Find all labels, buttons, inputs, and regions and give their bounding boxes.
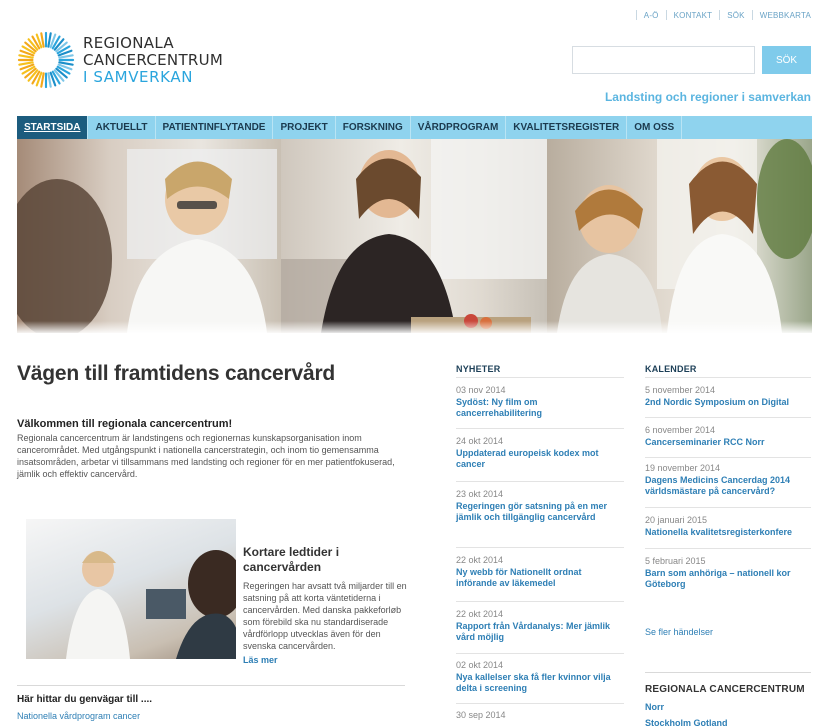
calendar-title-link[interactable]: Barn som anhöriga – nationell kor Götebo… — [645, 568, 815, 590]
utility-divider — [635, 10, 637, 20]
utility-link-kontakt[interactable]: KONTAKT — [674, 11, 713, 20]
calendar-divider — [645, 507, 811, 508]
news-date: 23 okt 2014 — [456, 489, 504, 499]
news-title-link[interactable]: Rapport från Vårdanalys: Mer jämlik vård… — [456, 621, 624, 643]
hero-fade — [281, 321, 547, 333]
logo-line-2: CANCERCENTRUM — [83, 50, 224, 69]
section-divider — [17, 685, 405, 686]
news-item[interactable]: 24 okt 2014 Uppdaterad europeisk kodex m… — [456, 436, 624, 470]
news-item[interactable]: 22 okt 2014 Ny webb för Nationellt ordna… — [456, 555, 624, 589]
news-divider — [456, 428, 624, 429]
news-title-link[interactable]: Regeringen gör satsning på en mer jämlik… — [456, 501, 624, 523]
hero-fade — [17, 321, 281, 333]
news-date: 03 nov 2014 — [456, 385, 506, 395]
calendar-divider — [645, 377, 811, 378]
nav-item-kvalitetsregister[interactable]: KVALITETSREGISTER — [506, 116, 628, 139]
logo-line-1: REGIONALA — [83, 33, 174, 52]
nav-item-forskning[interactable]: FORSKNING — [336, 116, 411, 139]
hero-banner — [17, 139, 812, 333]
news-heading: NYHETER — [456, 364, 501, 374]
hero-photo-cooking — [281, 139, 547, 333]
calendar-heading: KALENDER — [645, 364, 697, 374]
utility-link-a-o[interactable]: A-Ö — [644, 11, 659, 20]
calendar-date: 19 november 2014 — [645, 463, 721, 473]
hero-photo-nurse-patient — [17, 139, 281, 333]
calendar-divider — [645, 417, 811, 418]
nav-item-patientinflytande[interactable]: PATIENTINFLYTANDE — [156, 116, 274, 139]
news-date: 22 okt 2014 — [456, 609, 504, 619]
calendar-item[interactable]: 6 november 2014 Cancerseminarier RCC Nor… — [645, 425, 815, 448]
feature-image[interactable] — [26, 519, 236, 659]
search-input[interactable] — [572, 46, 755, 74]
calendar-title-link[interactable]: Cancerseminarier RCC Norr — [645, 437, 815, 448]
hero-photo-nurse-child — [547, 139, 812, 333]
calendar-title-link[interactable]: 2nd Nordic Symposium on Digital — [645, 397, 815, 408]
utility-nav: A-Ö KONTAKT SÖK WEBBKARTA — [629, 10, 811, 20]
news-divider — [456, 653, 624, 654]
news-title-link[interactable]: Sydöst: Ny film om cancerrehabilitering — [456, 397, 624, 419]
welcome-text: Regionala cancercentrum är landstingens … — [17, 433, 395, 479]
calendar-more-link[interactable]: Se fler händelser — [645, 627, 713, 637]
nav-item-projekt[interactable]: PROJEKT — [273, 116, 336, 139]
site-logo[interactable]: REGIONALA CANCERCENTRUM I SAMVERKAN — [17, 31, 223, 89]
shortcut-link[interactable]: Nationella vårdprogram cancer — [17, 711, 140, 721]
calendar-item[interactable]: 5 februari 2015 Barn som anhöriga – nati… — [645, 556, 815, 590]
calendar-item[interactable]: 19 november 2014 Dagens Medicins Cancerd… — [645, 463, 815, 497]
nav-item-om-oss[interactable]: OM OSS — [627, 116, 683, 139]
news-title-link[interactable]: Nya kallelser ska få fler kvinnor vilja … — [456, 672, 624, 694]
news-divider — [456, 547, 624, 548]
tagline: Landsting och regioner i samverkan — [604, 90, 811, 104]
shortcuts-heading: Här hittar du genvägar till .... — [17, 694, 153, 705]
news-item[interactable]: 23 okt 2014 Regeringen gör satsning på e… — [456, 489, 624, 523]
calendar-date: 20 januari 2015 — [645, 515, 708, 525]
search-button[interactable]: SÖK — [762, 46, 811, 74]
page-title: Vägen till framtidens cancervård — [17, 362, 336, 385]
calendar-date: 5 november 2014 — [645, 385, 716, 395]
news-title-link[interactable]: Ny webb för Nationellt ordnat införande … — [456, 567, 624, 589]
news-item[interactable]: 30 sep 2014 — [456, 710, 624, 721]
calendar-divider — [645, 548, 811, 549]
news-title-link[interactable]: Uppdaterad europeisk kodex mot cancer — [456, 448, 624, 470]
news-divider — [456, 601, 624, 602]
nav-item-aktuellt[interactable]: AKTUELLT — [88, 116, 156, 139]
calendar-divider — [645, 457, 811, 458]
welcome-heading: Välkommen till regionala cancercentrum! — [17, 418, 233, 430]
calendar-title-link[interactable]: Dagens Medicins Cancerdag 2014 världsmäs… — [645, 475, 815, 497]
rcc-heading: REGIONALA CANCERCENTRUM — [645, 684, 805, 695]
news-date: 02 okt 2014 — [456, 660, 504, 670]
utility-link-sok[interactable]: SÖK — [727, 11, 745, 20]
utility-divider — [719, 10, 721, 20]
rcc-link-norr[interactable]: Norr — [645, 702, 664, 712]
main-nav: STARTSIDA AKTUELLT PATIENTINFLYTANDE PRO… — [17, 116, 812, 139]
news-item[interactable]: 03 nov 2014 Sydöst: Ny film om cancerreh… — [456, 385, 624, 419]
nav-item-vardprogram[interactable]: VÅRDPROGRAM — [411, 116, 507, 139]
feature-heading[interactable]: Kortare ledtider i cancervården — [243, 545, 393, 575]
calendar-title-link[interactable]: Nationella kvalitetsregisterkonfere — [645, 527, 815, 538]
calendar-date: 5 februari 2015 — [645, 556, 706, 566]
rcc-link-stockholm-gotland[interactable]: Stockholm Gotland — [645, 718, 728, 727]
news-date: 24 okt 2014 — [456, 436, 504, 446]
news-divider — [456, 703, 624, 704]
feature-read-more-link[interactable]: Läs mer — [243, 655, 278, 665]
utility-divider — [751, 10, 753, 20]
news-item[interactable]: 02 okt 2014 Nya kallelser ska få fler kv… — [456, 660, 624, 694]
rcc-divider — [645, 672, 811, 673]
calendar-item[interactable]: 5 november 2014 2nd Nordic Symposium on … — [645, 385, 815, 408]
news-divider — [456, 377, 624, 378]
nav-item-startsida[interactable]: STARTSIDA — [17, 116, 89, 139]
logo-text: REGIONALA CANCERCENTRUM I SAMVERKAN — [83, 33, 224, 86]
news-item[interactable]: 22 okt 2014 Rapport från Vårdanalys: Mer… — [456, 609, 624, 643]
news-divider — [456, 481, 624, 482]
news-date: 30 sep 2014 — [456, 710, 506, 720]
feature-text: Regeringen har avsatt två miljarder till… — [243, 581, 407, 651]
calendar-item[interactable]: 20 januari 2015 Nationella kvalitetsregi… — [645, 515, 815, 538]
hero-fade — [547, 321, 812, 333]
utility-link-webbkarta[interactable]: WEBBKARTA — [760, 11, 811, 20]
logo-line-3: I SAMVERKAN — [83, 67, 194, 86]
utility-divider — [665, 10, 667, 20]
calendar-date: 6 november 2014 — [645, 425, 716, 435]
logo-sunburst-icon — [17, 31, 75, 89]
news-date: 22 okt 2014 — [456, 555, 504, 565]
